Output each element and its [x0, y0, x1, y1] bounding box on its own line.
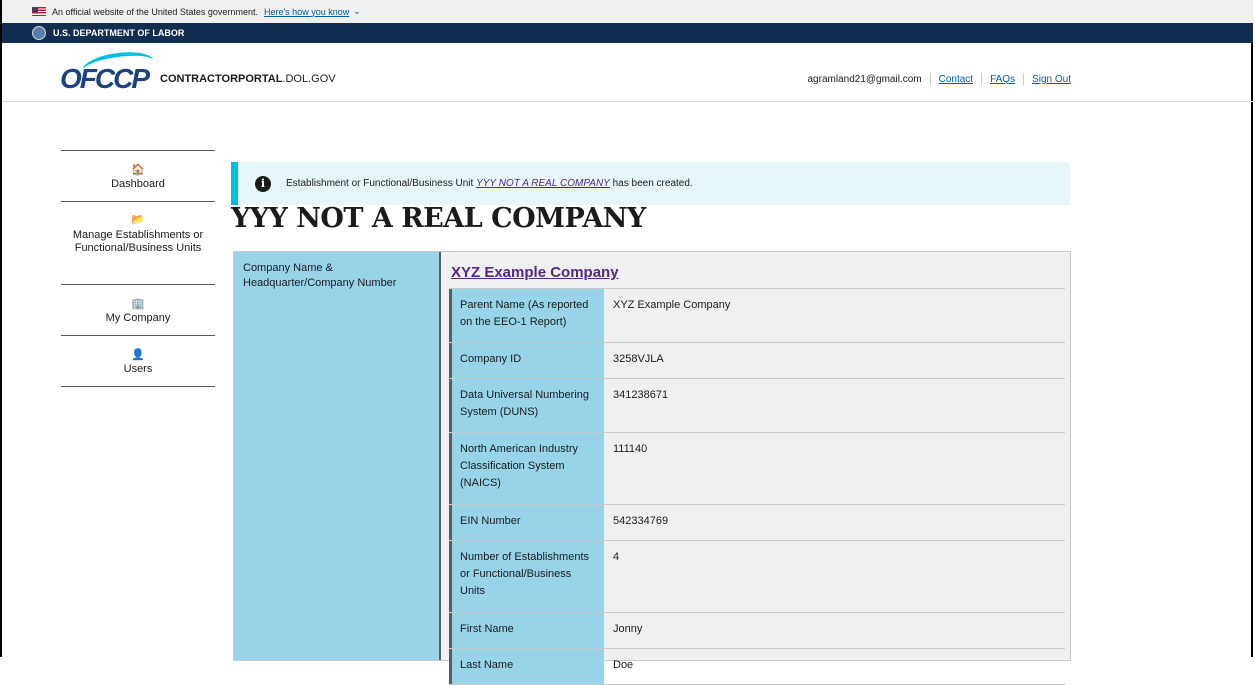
nav-divider — [981, 73, 983, 85]
sidebar-item-label: Dashboard — [111, 178, 165, 190]
row-value: 4 — [613, 551, 620, 563]
chevron-down-icon[interactable]: ⌄ — [353, 6, 361, 17]
us-flag-icon — [32, 7, 46, 16]
table-row: Data Universal Numbering System (DUNS) 3… — [449, 379, 1065, 433]
row-label: Number of Establishments or Functional/B… — [449, 541, 604, 612]
dol-seal-icon — [32, 26, 46, 40]
sidebar-item-manage-establishments[interactable]: 📂 Manage Establishments or Functional/Bu… — [61, 202, 215, 285]
row-label: Last Name — [449, 649, 604, 684]
row-value: Jonny — [613, 623, 643, 635]
row-value: 3258VJLA — [613, 353, 664, 365]
agency-name[interactable]: U.S. DEPARTMENT OF LABOR — [53, 28, 184, 38]
row-value: 111140 — [613, 443, 648, 455]
sign-out-link[interactable]: Sign Out — [1032, 74, 1071, 85]
portal-name-domain: .DOL.GOV — [282, 73, 336, 85]
sidebar-nav: 🏠 Dashboard 📂 Manage Establishments or F… — [61, 150, 215, 387]
row-value: Doe — [613, 659, 634, 671]
alert-message: Establishment or Functional/Business Uni… — [286, 178, 693, 189]
table-row: EIN Number 542334769 — [449, 505, 1065, 541]
table-row: First Name Jonny — [449, 613, 1065, 649]
alert-suffix: has been created. — [612, 178, 693, 189]
company-details-table: Parent Name (As reported on the EEO-1 Re… — [449, 288, 1065, 685]
table-row: North American Industry Classification S… — [449, 433, 1065, 505]
sidebar-item-dashboard[interactable]: 🏠 Dashboard — [61, 151, 215, 202]
info-icon: i — [255, 175, 271, 192]
contact-link[interactable]: Contact — [939, 74, 973, 85]
gov-banner: An official website of the United States… — [2, 0, 1253, 23]
table-row: Number of Establishments or Functional/B… — [449, 541, 1065, 613]
row-label: North American Industry Classification S… — [449, 433, 604, 504]
gov-banner-text: An official website of the United States… — [52, 6, 258, 17]
nav-divider — [929, 73, 931, 85]
row-value: 542334769 — [613, 515, 669, 527]
success-alert: i Establishment or Functional/Business U… — [231, 162, 1070, 205]
row-label: Data Universal Numbering System (DUNS) — [449, 379, 604, 432]
row-value: 341238671 — [613, 389, 669, 401]
ofccp-logo[interactable]: OFCCP — [60, 63, 150, 95]
user-nav: agramland21@gmail.com Contact FAQs Sign … — [807, 73, 1071, 85]
agency-bar: U.S. DEPARTMENT OF LABOR — [2, 23, 1253, 43]
sidebar-item-label: My Company — [105, 312, 171, 324]
row-label: Company ID — [449, 343, 604, 378]
nav-divider — [1023, 73, 1025, 85]
how-you-know-link[interactable]: Here's how you know — [264, 7, 349, 17]
user-icon: 👤 — [131, 349, 145, 361]
table-row: Parent Name (As reported on the EEO-1 Re… — [449, 289, 1065, 343]
user-email: agramland21@gmail.com — [807, 73, 922, 85]
faqs-link[interactable]: FAQs — [990, 74, 1015, 85]
portal-name-bold: CONTRACTORPORTAL — [160, 73, 283, 85]
row-value: XYZ Example Company — [613, 299, 731, 311]
table-row: Company ID 3258VJLA — [449, 343, 1065, 379]
page-title: YYY NOT A REAL COMPANY — [231, 203, 646, 234]
building-icon: 🏢 — [131, 298, 145, 310]
alert-prefix: Establishment or Functional/Business Uni… — [286, 178, 474, 189]
company-section-label: Company Name & Headquarter/Company Numbe… — [234, 252, 441, 660]
company-panel: Company Name & Headquarter/Company Numbe… — [233, 251, 1071, 685]
table-row: Last Name Doe — [449, 649, 1065, 685]
company-name-link[interactable]: XYZ Example Company — [451, 264, 619, 281]
alert-company-link[interactable]: YYY NOT A REAL COMPANY — [476, 178, 610, 189]
portal-name[interactable]: CONTRACTORPORTAL.DOL.GOV — [160, 73, 336, 85]
site-header: OFCCP CONTRACTORPORTAL.DOL.GOV agramland… — [2, 43, 1253, 102]
home-icon: 🏠 — [131, 164, 145, 176]
row-label: EIN Number — [449, 505, 604, 540]
sidebar-item-my-company[interactable]: 🏢 My Company — [61, 285, 215, 336]
row-label: Parent Name (As reported on the EEO-1 Re… — [449, 289, 604, 342]
sidebar-item-users[interactable]: 👤 Users — [61, 336, 215, 387]
row-label: First Name — [449, 613, 604, 648]
folder-open-icon: 📂 — [131, 214, 145, 226]
sidebar-item-label: Users — [123, 363, 153, 375]
sidebar-item-label: Manage Establishments or Functional/Busi… — [72, 229, 204, 254]
